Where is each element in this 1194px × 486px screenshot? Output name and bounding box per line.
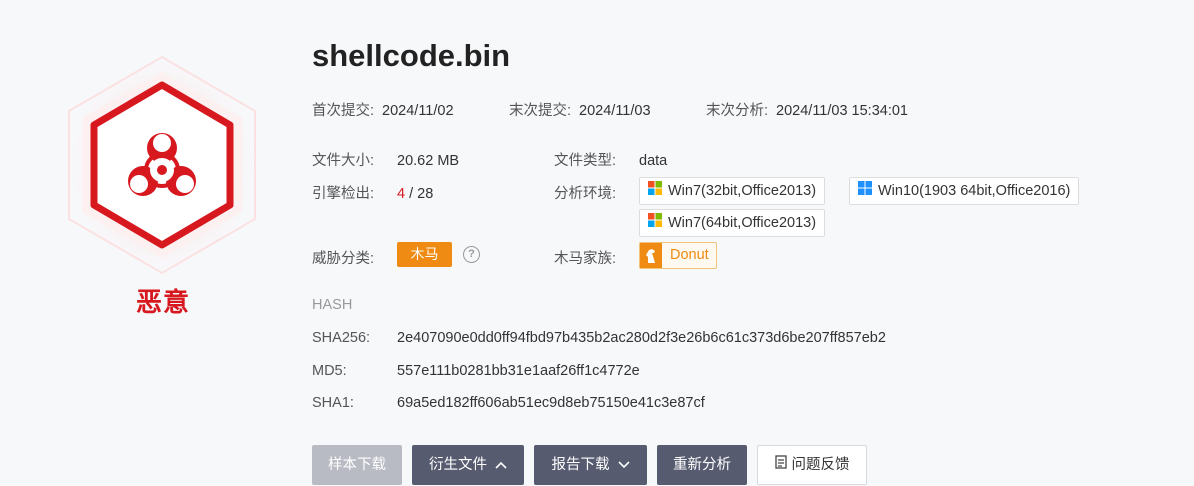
reanalyze-label: 重新分析 [673, 457, 731, 473]
env-tag-win7-32[interactable]: Win7(32bit,Office2013) [639, 177, 826, 205]
file-type-label: 文件类型: [554, 153, 617, 169]
threat-class-tag: 木马 [397, 242, 452, 267]
sha256-value: 2e407090e0dd0ff94fbd97b435b2ac280d2f3e26… [397, 330, 886, 346]
chevron-up-icon [495, 445, 507, 485]
engine-detection-label: 引擎检出: [312, 186, 375, 202]
trojan-family-tag[interactable]: Donut [639, 242, 717, 269]
md5-label: MD5: [312, 363, 347, 379]
env-tag-win10-64[interactable]: Win10(1903 64bit,Office2016) [849, 177, 1080, 205]
sha1-label: SHA1: [312, 395, 354, 411]
feedback-button[interactable]: 问题反馈 [757, 445, 867, 485]
trojan-family-value: Donut [670, 247, 709, 263]
first-submit-value: 2024/11/02 [382, 103, 454, 119]
windows7-icon [648, 210, 662, 236]
file-size-label: 文件大小: [312, 153, 375, 169]
last-analysis-label: 末次分析: [706, 103, 769, 119]
md5-value: 557e111b0281bb31e1aaf26ff1c4772e [397, 363, 640, 379]
last-analysis-value: 2024/11/03 15:34:01 [776, 103, 908, 119]
sha256-label: SHA256: [312, 330, 371, 346]
env-tag-label: Win7(64bit,Office2013) [668, 215, 817, 231]
sha1-value: 69a5ed182ff606ab51ec9d8eb75150e41c3e87cf [397, 395, 705, 411]
first-submit-row: 首次提交: 2024/11/02 [312, 99, 454, 120]
sha1-row: SHA1: 69a5ed182ff606ab51ec9d8eb75150e41c3… [312, 395, 705, 411]
engine-detected-count: 4 [397, 186, 406, 202]
sample-download-button[interactable]: 样本下载 [312, 445, 402, 485]
verdict-label: 恶意 [135, 287, 190, 317]
trojan-family-label: 木马家族: [554, 251, 617, 267]
hash-heading: HASH [312, 297, 353, 313]
document-icon [774, 446, 787, 484]
first-submit-label: 首次提交: [312, 103, 375, 119]
threat-class-row: 威胁分类: [312, 247, 374, 268]
engine-total-count: 28 [417, 186, 434, 202]
derived-files-button[interactable]: 衍生文件 [412, 445, 524, 485]
file-size-row: 文件大小: 20.62 MB [312, 149, 459, 170]
env-tag-label: Win7(32bit,Office2013) [668, 183, 817, 199]
last-submit-value: 2024/11/03 [579, 103, 651, 119]
file-name-title: shellcode.bin [312, 38, 511, 73]
sha256-row: SHA256: 2e407090e0dd0ff94fbd97b435b2ac280… [312, 330, 886, 346]
windows7-icon [648, 178, 662, 204]
last-submit-row: 末次提交: 2024/11/03 [509, 99, 651, 120]
chevron-down-icon [617, 445, 630, 485]
file-type-row: 文件类型: data [554, 149, 667, 170]
sample-download-label: 样本下载 [328, 457, 386, 473]
threat-class-label: 威胁分类: [312, 251, 375, 267]
env-tag-win7-64[interactable]: Win7(64bit,Office2013) [639, 209, 826, 237]
report-download-button[interactable]: 报告下载 [534, 445, 647, 485]
trojan-family-row: 木马家族: [554, 247, 616, 268]
trojan-horse-icon [640, 243, 662, 268]
help-icon[interactable]: ? [463, 246, 480, 263]
last-submit-label: 末次提交: [509, 103, 572, 119]
windows10-icon [858, 178, 872, 204]
analysis-env-label-row: 分析环境: [554, 182, 616, 203]
engine-detection-row: 引擎检出: 4 / 28 [312, 182, 433, 203]
md5-row: MD5: 557e111b0281bb31e1aaf26ff1c4772e [312, 363, 640, 379]
reanalyze-button[interactable]: 重新分析 [657, 445, 747, 485]
analysis-env-label: 分析环境: [554, 186, 617, 202]
file-size-value: 20.62 MB [397, 153, 460, 169]
derived-files-label: 衍生文件 [429, 457, 487, 473]
feedback-label: 问题反馈 [791, 457, 850, 473]
biohazard-hexagon-icon [68, 55, 256, 275]
verdict-badge: 恶意 [58, 52, 268, 322]
report-download-label: 报告下载 [551, 457, 610, 473]
env-tag-label: Win10(1903 64bit,Office2016) [878, 183, 1071, 199]
file-type-value: data [639, 153, 668, 169]
engine-separator: / [405, 186, 418, 202]
last-analysis-row: 末次分析: 2024/11/03 15:34:01 [706, 99, 908, 120]
